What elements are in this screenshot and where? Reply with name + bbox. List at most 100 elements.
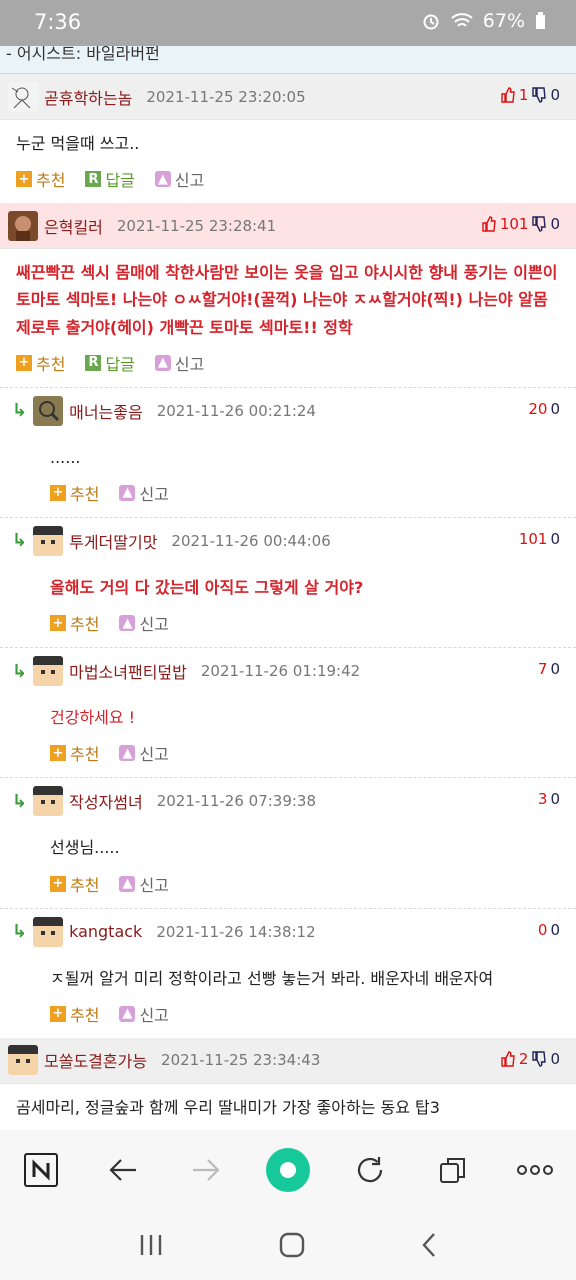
comment-nickname[interactable]: 곧휴학하는놈 — [44, 85, 132, 109]
vote-counts: 1 0 — [500, 86, 560, 104]
status-bar: 7:36 67% — [0, 0, 576, 46]
recommend-button[interactable]: + 추천 — [50, 741, 99, 765]
comment-header: 곧휴학하는놈 2021-11-25 23:20:05 1 0 — [0, 74, 576, 120]
siren-icon: ▲ — [119, 875, 136, 892]
comment-text: 쌔끈빡끈 섹시 몸매에 착한사람만 보이는 옷을 입고 야시시한 향내 풍기는 … — [16, 263, 558, 337]
arrow-right-icon — [192, 1159, 220, 1181]
recommend-button[interactable]: + 추천 — [50, 481, 99, 505]
reply-icon: R — [85, 171, 102, 188]
magnifier-avatar-icon[interactable] — [33, 395, 64, 426]
report-button[interactable]: ▲ 신고 — [119, 481, 169, 505]
green-dot-button[interactable] — [265, 1148, 310, 1192]
reply-nickname[interactable]: 투게더딸기맛 — [69, 529, 157, 553]
vote-counts: 20 0 — [528, 400, 560, 418]
downvote-count: 0 — [550, 529, 560, 548]
arrow-left-icon — [109, 1159, 137, 1181]
upvote-count: 2 — [518, 1049, 529, 1068]
home-icon[interactable] — [279, 1232, 305, 1258]
comment-nickname[interactable]: 모쏠도결혼가능 — [44, 1048, 147, 1072]
vote-counts: 2 0 — [500, 1050, 560, 1068]
reply-nickname[interactable]: 작성자썸녀 — [69, 789, 143, 813]
reply-actions: + 추천 ▲ 신고 — [0, 731, 576, 777]
pixel-avatar-icon[interactable] — [33, 656, 64, 687]
reply-arrow-icon: ↳ — [12, 530, 28, 552]
reply-button[interactable]: R 답글 — [85, 167, 135, 191]
report-button[interactable]: ▲ 신고 — [119, 741, 169, 765]
reply-date: 2021-11-26 07:39:38 — [156, 792, 317, 811]
report-button[interactable]: ▲ 신고 — [119, 611, 169, 635]
thumb-up-icon[interactable] — [500, 87, 516, 103]
recommend-button[interactable]: + 추천 — [50, 872, 99, 896]
reply-date: 2021-11-26 14:38:12 — [156, 922, 316, 941]
reply-arrow-icon: ↳ — [12, 790, 28, 812]
vote-counts: 00 — [538, 921, 560, 939]
character-avatar-icon[interactable] — [8, 210, 38, 241]
reply-arrow-icon: ↳ — [12, 921, 28, 942]
back-nav-icon[interactable] — [420, 1232, 438, 1258]
comment-date: 2021-11-25 23:34:43 — [161, 1051, 321, 1070]
recent-apps-icon[interactable] — [138, 1233, 164, 1257]
recommend-button[interactable]: + 추천 — [16, 167, 65, 191]
comment-header: 은혁킬러 2021-11-25 23:28:41 101 0 — [0, 203, 576, 250]
reply-header: ↳ 마법소녀팬티덮밥 2021-11-26 01:19:42 70 — [0, 648, 576, 694]
reply-nickname[interactable]: kangtack — [69, 922, 142, 941]
report-button[interactable]: ▲ 신고 — [154, 351, 204, 375]
upvote-count: 101 — [499, 215, 529, 234]
siren-icon: ▲ — [119, 1005, 136, 1022]
comment-date: 2021-11-25 23:20:05 — [146, 87, 306, 106]
reply-text: 선생님..... — [50, 838, 120, 858]
battery-icon — [536, 12, 545, 29]
forward-button[interactable] — [184, 1148, 228, 1192]
reply-date: 2021-11-26 01:19:42 — [200, 662, 361, 681]
pixel-avatar-icon[interactable] — [8, 1045, 38, 1076]
naver-home-button[interactable] — [19, 1148, 63, 1192]
plus-icon: + — [16, 171, 32, 188]
reply-item: ↳ 매너는좋음 2021-11-26 00:21:24 20 0 ...... +… — [0, 386, 576, 517]
recommend-button[interactable]: + 추천 — [50, 1002, 99, 1026]
reply-header: ↳ 투게더딸기맛 2021-11-26 00:44:06 101 0 — [0, 518, 576, 564]
pixel-avatar-icon[interactable] — [33, 916, 64, 947]
pixel-avatar-icon[interactable] — [33, 525, 64, 556]
back-button[interactable] — [101, 1148, 145, 1192]
wifi-icon — [451, 13, 473, 27]
tabs-button[interactable] — [431, 1148, 475, 1192]
thumb-up-icon[interactable] — [481, 216, 497, 232]
sketch-avatar-icon[interactable] — [8, 81, 38, 112]
siren-icon: ▲ — [119, 745, 136, 762]
recommend-button[interactable]: + 추천 — [50, 611, 99, 635]
reply-button[interactable]: R 답글 — [85, 351, 135, 375]
report-button[interactable]: ▲ 신고 — [119, 872, 169, 896]
reply-date: 2021-11-26 00:44:06 — [171, 531, 331, 550]
vote-counts: 101 0 — [481, 215, 560, 233]
upvote-count: 20 — [528, 399, 548, 418]
reply-nickname[interactable]: 매너는좋음 — [69, 399, 143, 423]
tabs-icon — [439, 1158, 465, 1183]
reply-actions: + 추천 ▲ 신고 — [0, 471, 576, 517]
battery-level: 67% — [482, 10, 525, 32]
report-button[interactable]: ▲ 신고 — [119, 1002, 169, 1026]
thumb-down-icon[interactable] — [531, 87, 547, 103]
recommend-button[interactable]: + 추천 — [16, 351, 65, 375]
downvote-count: 0 — [550, 790, 560, 809]
thumb-down-icon[interactable] — [531, 216, 547, 232]
reply-header: ↳ 매너는좋음 2021-11-26 00:21:24 20 0 — [0, 388, 576, 434]
comment-nickname[interactable]: 은혁킬러 — [44, 214, 103, 238]
siren-icon: ▲ — [154, 171, 171, 188]
reply-item: ↳ 마법소녀팬티덮밥 2021-11-26 01:19:42 70 건강하세요 … — [0, 647, 576, 777]
comment-list: 곧휴학하는놈 2021-11-25 23:20:05 1 0 누군 먹을때 쓰고… — [0, 74, 576, 1130]
pixel-avatar-icon[interactable] — [33, 786, 64, 817]
thumb-down-icon[interactable] — [531, 1050, 547, 1067]
reply-text: 건강하세요 ! — [50, 708, 136, 728]
reply-text: 올해도 거의 다 갔는데 아직도 그렇게 살 거야? — [50, 577, 364, 597]
more-button[interactable] — [513, 1148, 557, 1192]
upvote-count: 101 — [518, 529, 548, 548]
comment-actions: +추천 R답글 ▲신고 — [0, 341, 576, 387]
report-button[interactable]: ▲ 신고 — [154, 167, 204, 191]
siren-icon: ▲ — [154, 354, 171, 371]
reply-icon: R — [85, 354, 102, 371]
refresh-button[interactable] — [348, 1148, 392, 1192]
comment-item: 곧휴학하는놈 2021-11-25 23:20:05 1 0 누군 먹을때 쓰고… — [0, 74, 576, 203]
vote-counts: 101 0 — [519, 530, 560, 548]
thumb-up-icon[interactable] — [500, 1050, 516, 1067]
reply-nickname[interactable]: 마법소녀팬티덮밥 — [69, 659, 187, 683]
